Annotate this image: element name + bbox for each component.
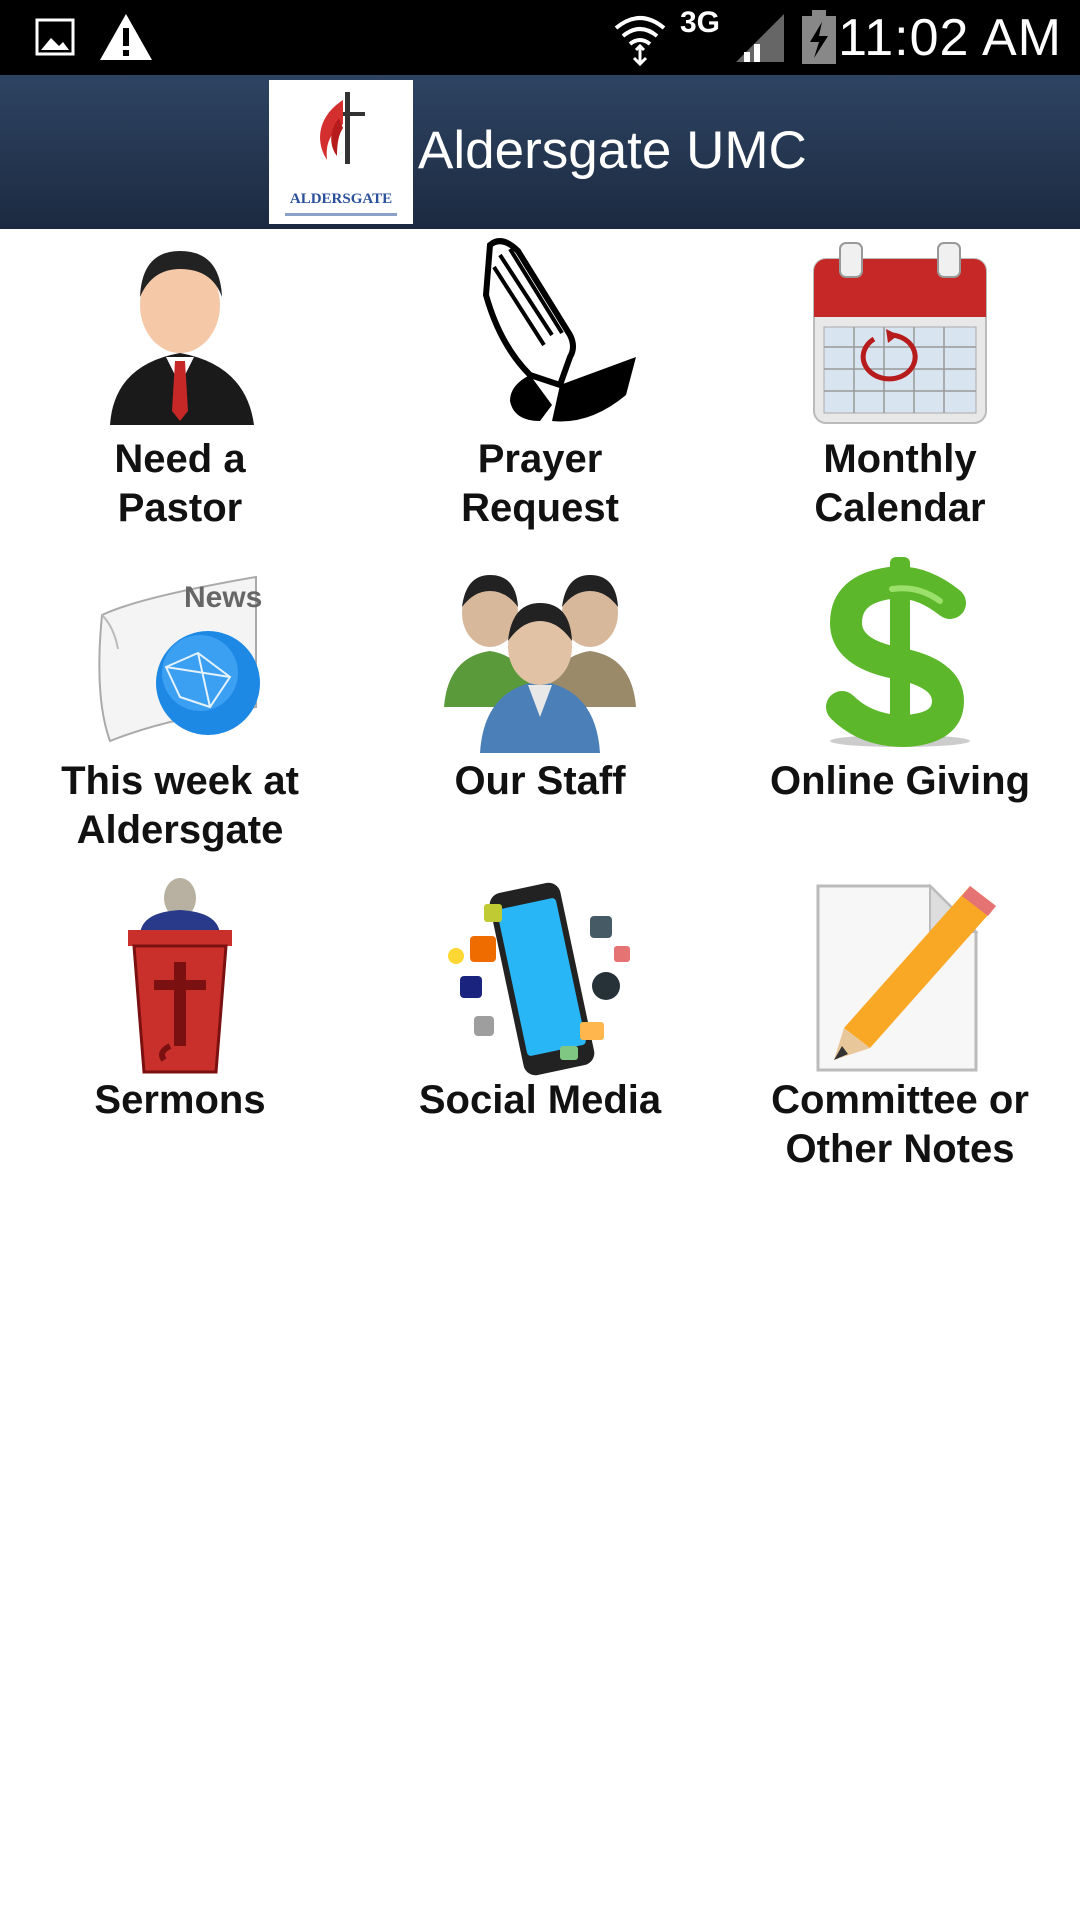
- wifi-icon: [614, 16, 666, 66]
- monthly-calendar-tile[interactable]: Monthly Calendar: [720, 235, 1080, 535]
- gallery-icon: [35, 18, 75, 56]
- need-a-pastor-label: Need a Pastor: [114, 437, 246, 530]
- network-type-label: 3G: [680, 6, 721, 39]
- calendar-icon: [813, 242, 987, 424]
- need-a-pastor-tile[interactable]: Need a Pastor: [0, 235, 360, 535]
- our-staff-label: Our Staff: [454, 759, 626, 803]
- prayer-request-label: Prayer Request: [461, 437, 619, 530]
- pastor-icon: [110, 251, 254, 425]
- committee-notes-tile[interactable]: Committee or Other Notes: [720, 876, 1080, 1176]
- our-staff-tile[interactable]: Our Staff: [360, 557, 720, 857]
- logo-caption: ALDERSGATE: [289, 191, 393, 207]
- sermons-label: Sermons: [94, 1078, 266, 1122]
- social-media-label: Social Media: [418, 1078, 662, 1122]
- pulpit-icon: [128, 878, 232, 1074]
- committee-notes-label: Committee or Other Notes: [771, 1078, 1029, 1171]
- online-giving-tile[interactable]: Online Giving: [720, 557, 1080, 857]
- warning-icon: [100, 14, 152, 60]
- social-media-tile[interactable]: Social Media: [360, 876, 720, 1176]
- smartphone-apps-icon: [448, 882, 630, 1076]
- battery-icon: [802, 10, 836, 64]
- this-week-label: This week at Aldersgate: [61, 759, 299, 852]
- app-header: ALDERSGATE Aldersgate UMC: [0, 75, 1080, 229]
- dollar-icon: [826, 557, 970, 748]
- notes-pencil-icon: [816, 883, 996, 1072]
- sermons-tile[interactable]: Sermons: [0, 876, 360, 1176]
- cross-flame-icon: [320, 92, 365, 164]
- prayer-request-tile[interactable]: Prayer Request: [360, 235, 720, 535]
- logo-subline: [285, 213, 397, 216]
- church-logo: ALDERSGATE: [269, 80, 413, 224]
- clock: 11:02 AM: [838, 9, 1062, 67]
- monthly-calendar-label: Monthly Calendar: [814, 437, 986, 530]
- signal-icon: [736, 14, 784, 62]
- status-bar: 3G 11:02 AM: [0, 0, 1080, 75]
- news-globe-icon: News: [98, 575, 262, 743]
- svg-text:News: News: [184, 581, 262, 614]
- this-week-tile[interactable]: News This week at Aldersgate: [0, 557, 360, 857]
- staff-group-icon: [444, 575, 636, 753]
- online-giving-label: Online Giving: [769, 759, 1031, 803]
- app-title: Aldersgate UMC: [418, 121, 807, 180]
- praying-hands-icon: [482, 238, 636, 422]
